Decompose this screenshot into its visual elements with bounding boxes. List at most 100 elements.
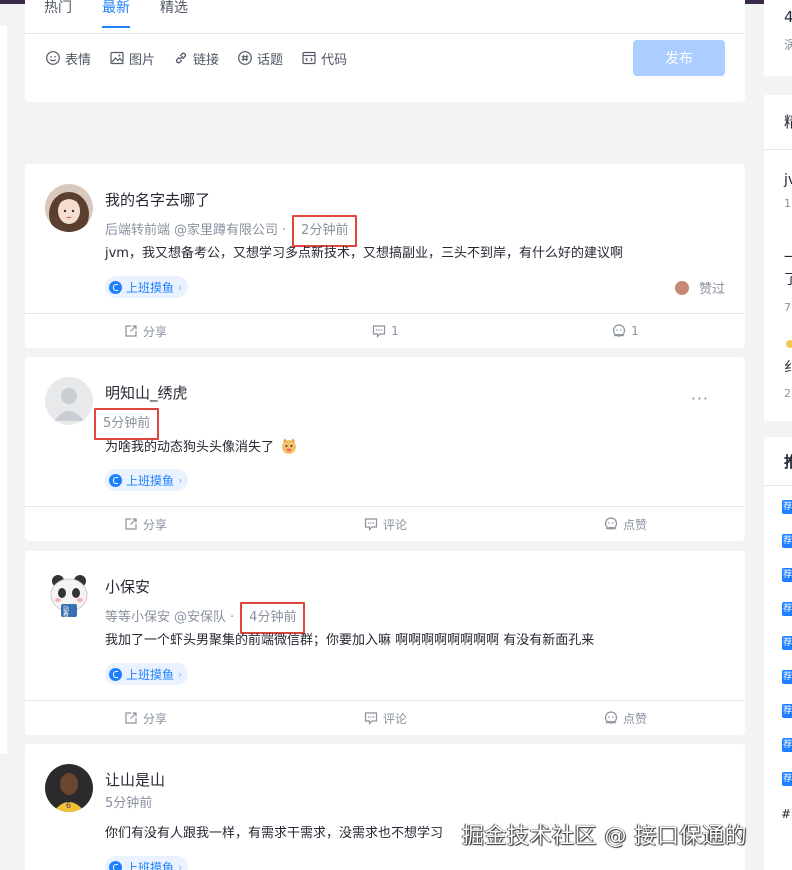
recommend-badge[interactable]: 荐	[782, 534, 792, 548]
sidebar-divider	[764, 149, 792, 150]
sidebar-card-featured: 精 jv 1 一 了 7 纟 2	[764, 95, 792, 421]
sidebar-hashtag[interactable]: #3	[781, 807, 792, 821]
sidebar-item[interactable]: 纟	[784, 359, 792, 377]
topic-label: 话题	[257, 52, 284, 68]
panda-avatar-icon: 站 着	[45, 571, 93, 619]
dog-head-emoji-icon	[282, 438, 297, 454]
liked-label: 赞过	[698, 282, 725, 297]
like-count: 1	[631, 324, 639, 338]
post-actions: 分享 评论 点赞	[25, 700, 745, 735]
recommend-badge[interactable]: 荐	[782, 602, 792, 616]
post-time: 4分钟前	[240, 602, 306, 634]
like-button[interactable]: 1	[505, 314, 745, 348]
code-label: 代码	[321, 52, 348, 68]
default-avatar-icon	[45, 377, 93, 425]
sidebar-card-recommend: 推 荐 荐 荐 荐 荐 荐 荐 荐 荐 #3	[764, 437, 792, 870]
tab-featured[interactable]: 精选	[160, 0, 188, 30]
recommend-badge[interactable]: 荐	[782, 670, 792, 684]
tag-label: 上班摸鱼	[126, 280, 175, 295]
comment-button[interactable]: 1	[265, 314, 505, 348]
author-name[interactable]: 小保安	[105, 577, 150, 597]
svg-text:着: 着	[63, 610, 69, 618]
more-options-icon[interactable]: ···	[691, 389, 709, 408]
emoji-button[interactable]: 表情	[45, 49, 91, 68]
emoji-label: 表情	[65, 52, 92, 68]
circle-tag[interactable]: 上班摸鱼 ›	[105, 276, 189, 298]
author-title: 后端转前端	[105, 223, 171, 238]
image-button[interactable]: 图片	[109, 49, 155, 68]
link-icon	[176, 52, 187, 64]
comment-button[interactable]: 评论	[265, 507, 505, 541]
sidebar-card-top: 4 涡	[764, 0, 792, 76]
post-content: 为啥我的动态狗头头像消失了	[105, 437, 298, 458]
sidebar-item-meta: 1	[784, 197, 791, 210]
author-name[interactable]: 明知山_绣虎	[105, 383, 188, 403]
sidebar-item-meta: 7	[784, 301, 791, 314]
recommend-badge[interactable]: 荐	[782, 568, 792, 582]
share-icon	[125, 712, 137, 724]
sidebar-recommend-title: 推	[784, 453, 792, 471]
comment-icon	[364, 712, 378, 725]
share-button[interactable]: 分享	[25, 314, 265, 348]
smile-icon	[46, 51, 60, 65]
circle-tag[interactable]: 上班摸鱼 ›	[105, 663, 189, 685]
recommend-badge[interactable]: 荐	[782, 704, 792, 718]
topic-button[interactable]: 话题	[237, 49, 283, 68]
emoji-icon	[786, 340, 792, 348]
image-icon	[110, 51, 124, 65]
author-company: @安保队	[174, 610, 227, 625]
code-icon	[302, 51, 316, 65]
circle-logo-icon	[109, 473, 122, 487]
post-actions: 分享 1 1	[25, 313, 745, 348]
liked-by: 赞过	[674, 278, 725, 297]
watermark: 掘金技术社区 @ 接口保通的	[462, 824, 747, 849]
author-name[interactable]: 让山是山	[105, 770, 165, 790]
share-button[interactable]: 分享	[25, 507, 265, 541]
like-label: 点赞	[622, 711, 647, 726]
publish-button[interactable]: 发布	[633, 40, 725, 76]
tab-hot[interactable]: 热门	[44, 0, 72, 30]
sidebar-featured-title: 精	[784, 113, 792, 131]
recommend-badge[interactable]: 荐	[782, 772, 792, 786]
avatar[interactable]	[45, 377, 93, 425]
share-button[interactable]: 分享	[25, 701, 265, 735]
avatar[interactable]: 站 着	[45, 571, 93, 619]
comment-icon	[373, 325, 386, 338]
post-content: 我加了一个虾头男聚集的前端微信群；你要加入嘛 啊啊啊啊啊啊啊啊 有没有新面孔来	[105, 633, 595, 648]
like-button[interactable]: 点赞	[505, 701, 745, 735]
user-avatar-athlete-icon: 6	[45, 764, 93, 812]
tag-label: 上班摸鱼	[126, 860, 175, 870]
code-button[interactable]: 代码	[301, 49, 347, 68]
like-button[interactable]: 点赞	[505, 507, 745, 541]
post-content: jvm，我又想备考公，又想学习多点新技术，又想搞副业，三头不到岸，有什么好的建议…	[105, 246, 623, 261]
link-label: 链接	[193, 52, 220, 68]
chevron-right-icon: ›	[178, 860, 183, 870]
sidebar-top-label: 涡	[784, 38, 792, 52]
author-company: @家里蹲有限公司	[174, 223, 279, 238]
recommend-badge[interactable]: 荐	[782, 500, 792, 514]
circle-tag[interactable]: 上班摸鱼 ›	[105, 856, 189, 870]
svg-text:6: 6	[66, 801, 71, 810]
sidebar-item[interactable]: jv	[784, 171, 792, 189]
avatar[interactable]: 6	[45, 764, 93, 812]
share-icon	[125, 518, 137, 530]
sidebar-item[interactable]: 了	[784, 271, 792, 289]
user-avatar-girl-icon	[45, 184, 93, 232]
chevron-right-icon: ›	[178, 667, 183, 681]
tag-label: 上班摸鱼	[126, 667, 175, 682]
avatar[interactable]	[45, 184, 93, 232]
recommend-badge[interactable]: 荐	[782, 738, 792, 752]
author-name[interactable]: 我的名字去哪了	[105, 190, 210, 210]
circle-tag[interactable]: 上班摸鱼 ›	[105, 469, 189, 491]
post-time: 5分钟前	[105, 796, 153, 811]
link-button[interactable]: 链接	[173, 49, 219, 68]
tab-latest[interactable]: 最新	[102, 0, 130, 30]
comment-button[interactable]: 评论	[265, 701, 505, 735]
sidebar-item[interactable]: 一	[784, 249, 792, 267]
liker-avatar	[674, 280, 689, 295]
author-meta: 等等小保安 @安保队 · 4分钟前	[105, 602, 306, 634]
recommend-badge[interactable]: 荐	[782, 636, 792, 650]
post-card: 明知山_绣虎 5分钟前 ··· 为啥我的动态狗头头像消失了 上班摸鱼 › 分享 …	[25, 357, 745, 541]
chevron-right-icon: ›	[178, 280, 183, 294]
like-icon	[613, 324, 626, 337]
